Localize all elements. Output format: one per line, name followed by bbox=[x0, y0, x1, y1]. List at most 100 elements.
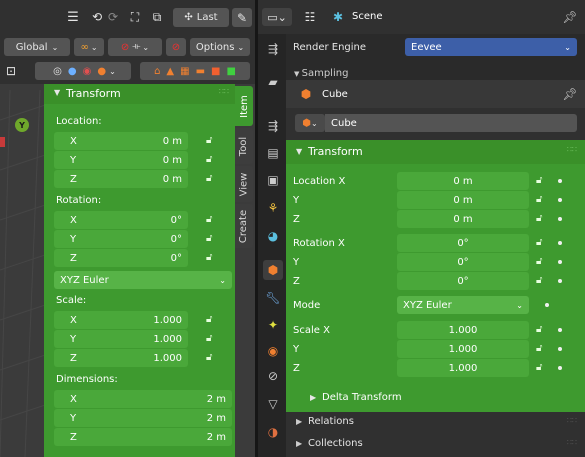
lock-icon[interactable]: 🔓︎ bbox=[536, 194, 542, 205]
lock-icon[interactable]: 🔓︎ bbox=[536, 324, 542, 335]
prop-location-x-field[interactable]: 0 m bbox=[397, 172, 529, 190]
keyframe-dot-icon[interactable] bbox=[558, 179, 562, 183]
lock-icon[interactable]: 🔓︎ bbox=[536, 237, 542, 248]
object-type-dropdown[interactable]: ⬢ ⌄ bbox=[295, 114, 325, 132]
properties-transform-header[interactable]: ▼ Transform ∷∷ bbox=[286, 140, 585, 164]
rotation-mode-dropdown[interactable]: XYZ Euler ⌄ bbox=[54, 271, 232, 289]
lock-icon[interactable]: 🔓︎ bbox=[206, 352, 212, 363]
keyframe-dot-icon[interactable] bbox=[558, 241, 562, 245]
sampling-header[interactable]: ▼ Sampling bbox=[286, 66, 585, 80]
editor-type-icon[interactable]: ▭⌄ bbox=[262, 8, 292, 26]
lock-icon[interactable]: 🔓︎ bbox=[536, 362, 542, 373]
mode-dropdown[interactable]: XYZ Euler ⌄ bbox=[397, 296, 529, 314]
snap-icon[interactable]: ⛶ bbox=[127, 9, 143, 25]
prop-rotation-y-field[interactable]: 0° bbox=[397, 253, 529, 271]
rotation-z-field[interactable]: Z 0° bbox=[54, 249, 188, 267]
keyframe-dot-icon[interactable] bbox=[545, 303, 549, 307]
orientation-dropdown[interactable]: Global ⌄ bbox=[4, 38, 70, 56]
render-icon[interactable]: ▰ bbox=[263, 72, 283, 92]
keyframe-dot-icon[interactable] bbox=[558, 260, 562, 264]
delta-transform-header[interactable]: ▶ Delta Transform bbox=[286, 388, 585, 408]
lock-icon[interactable]: 🔓︎ bbox=[206, 314, 212, 325]
lasso-icon[interactable]: ✎ bbox=[232, 8, 252, 27]
constraints-icon[interactable]: ⊘ bbox=[263, 366, 283, 386]
snap-dropdown[interactable]: ⊘ ⟛ ⌄ bbox=[108, 38, 162, 56]
scale-x-field[interactable]: X 1.000 bbox=[54, 311, 188, 329]
world-icon[interactable]: ⚘ bbox=[263, 198, 283, 218]
particles-icon[interactable]: ✦ bbox=[263, 315, 283, 335]
scale-z-field[interactable]: Z 1.000 bbox=[54, 349, 188, 367]
keyframe-dot-icon[interactable] bbox=[558, 217, 562, 221]
view-icon[interactable]: ⧉ bbox=[149, 9, 165, 25]
collections-header[interactable]: ▶ Collections ∷∷ bbox=[286, 434, 585, 454]
location-x-field[interactable]: X 0 m bbox=[54, 132, 188, 150]
proportional-edit-dropdown[interactable]: ∞ ⌄ bbox=[74, 38, 104, 56]
sidebar-transform-header[interactable]: ▼ Transform ∷∷ bbox=[44, 84, 235, 104]
hamburger-icon[interactable]: ☰ bbox=[65, 9, 81, 25]
drag-handle-icon[interactable]: ∷∷ bbox=[567, 145, 577, 154]
tab-create[interactable]: Create bbox=[235, 204, 253, 248]
proportional-toggle[interactable]: ⊘ bbox=[166, 38, 186, 56]
location-z-field[interactable]: Z 0 m bbox=[54, 170, 188, 188]
visibility-group[interactable]: ⌂ ▲ ▦ ▬ ■ ■ bbox=[140, 62, 250, 80]
viewport[interactable]: Y ☰ ⟲ ⟳ ⛶ ⧉ ✣ Last ✎ Global ⌄ ∞ ⌄ ⊘ ⟛ ⌄ ⊘ O… bbox=[0, 0, 255, 457]
scale-y-field[interactable]: Y 1.000 bbox=[54, 330, 188, 348]
viewport-shading-group[interactable]: ◎ ● ◉ ● ⌄ bbox=[35, 62, 131, 80]
keyframe-dot-icon[interactable] bbox=[558, 328, 562, 332]
transform-pivot-button[interactable]: ✣ Last bbox=[173, 8, 229, 27]
prop-scale-z-field[interactable]: 1.000 bbox=[397, 359, 529, 377]
physics-icon[interactable]: ◉ bbox=[263, 341, 283, 361]
lock-icon[interactable]: 🔓︎ bbox=[206, 154, 212, 165]
axis-y-gizmo-icon[interactable]: Y bbox=[15, 118, 29, 132]
collection-icon[interactable]: ◕ bbox=[263, 226, 283, 246]
lock-icon[interactable]: 🔓︎ bbox=[206, 252, 212, 263]
tab-view[interactable]: View bbox=[235, 166, 253, 202]
keyframe-dot-icon[interactable] bbox=[558, 347, 562, 351]
drag-handle-icon[interactable]: ∷∷ bbox=[567, 416, 577, 425]
dimensions-y-field[interactable]: Y 2 m bbox=[54, 409, 232, 427]
outliner-icon[interactable]: ☷ bbox=[302, 9, 318, 25]
keyframe-dot-icon[interactable] bbox=[558, 279, 562, 283]
tab-item[interactable]: Item bbox=[235, 86, 253, 126]
lock-icon[interactable]: 🔓︎ bbox=[206, 233, 212, 244]
lock-icon[interactable]: 🔓︎ bbox=[536, 256, 542, 267]
drag-handle-icon[interactable]: ∷∷ bbox=[219, 87, 229, 96]
lock-icon[interactable]: 🔓︎ bbox=[206, 214, 212, 225]
tab-tool[interactable]: Tool bbox=[235, 128, 253, 164]
prop-scale-x-field[interactable]: 1.000 bbox=[397, 321, 529, 339]
keyframe-dot-icon[interactable] bbox=[558, 366, 562, 370]
object-name-field[interactable]: Cube bbox=[325, 114, 577, 132]
tool-icon[interactable]: ⇶ bbox=[263, 39, 283, 59]
rotation-x-field[interactable]: X 0° bbox=[54, 211, 188, 229]
pin-icon[interactable]: 📌︎ bbox=[562, 86, 578, 102]
drag-handle-icon[interactable]: ∷∷ bbox=[567, 438, 577, 447]
scene-icon[interactable]: ▣ bbox=[263, 170, 283, 190]
prop-rotation-x-field[interactable]: 0° bbox=[397, 234, 529, 252]
options-dropdown[interactable]: Options ⌄ bbox=[190, 38, 250, 56]
rotation-y-field[interactable]: Y 0° bbox=[54, 230, 188, 248]
relations-header[interactable]: ▶ Relations ∷∷ bbox=[286, 412, 585, 432]
prop-location-y-field[interactable]: 0 m bbox=[397, 191, 529, 209]
keyframe-dot-icon[interactable] bbox=[558, 198, 562, 202]
object-icon[interactable]: ⬢ bbox=[263, 260, 283, 280]
data-icon[interactable]: ▽ bbox=[263, 394, 283, 414]
lock-icon[interactable]: 🔓︎ bbox=[206, 173, 212, 184]
pin-icon[interactable]: 📌︎ bbox=[562, 9, 578, 25]
output-icon[interactable]: ⇶ bbox=[263, 116, 283, 136]
lock-icon[interactable]: 🔓︎ bbox=[536, 275, 542, 286]
material-icon[interactable]: ◑ bbox=[263, 422, 283, 442]
location-y-field[interactable]: Y 0 m bbox=[54, 151, 188, 169]
undo-icon[interactable]: ⟲ bbox=[89, 9, 105, 25]
lock-icon[interactable]: 🔓︎ bbox=[536, 343, 542, 354]
dimensions-z-field[interactable]: Z 2 m bbox=[54, 428, 232, 446]
render-engine-dropdown[interactable]: Eevee ⌄ bbox=[405, 38, 577, 56]
prop-scale-y-field[interactable]: 1.000 bbox=[397, 340, 529, 358]
redo-icon[interactable]: ⟳ bbox=[105, 9, 121, 25]
modifier-icon[interactable]: 🔧︎ bbox=[263, 288, 283, 308]
prop-location-z-field[interactable]: 0 m bbox=[397, 210, 529, 228]
prop-rotation-z-field[interactable]: 0° bbox=[397, 272, 529, 290]
view-layer-icon[interactable]: ▤ bbox=[263, 143, 283, 163]
object-mode-icon[interactable]: ⊡ bbox=[3, 62, 19, 80]
lock-icon[interactable]: 🔓︎ bbox=[536, 213, 542, 224]
lock-icon[interactable]: 🔓︎ bbox=[206, 135, 212, 146]
